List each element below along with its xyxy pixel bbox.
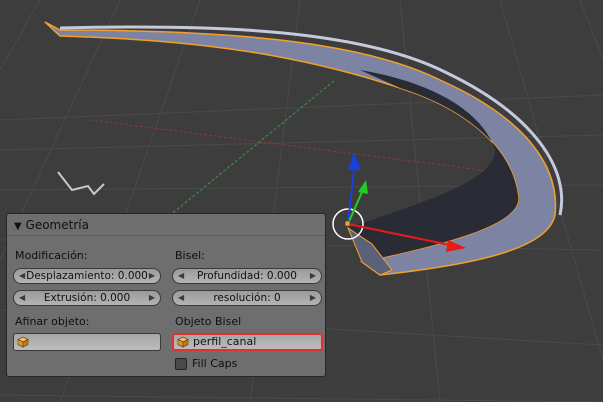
geometry-panel: ▼ Geometría Modificación: ◀ Desplazamien…: [6, 213, 326, 377]
modificacion-label: Modificación:: [15, 249, 88, 262]
profile-curve[interactable]: [57, 171, 105, 196]
3d-viewport[interactable]: ▼ Geometría Modificación: ◀ Desplazamien…: [0, 0, 603, 402]
extrusion-value: Extrusión: 0.000: [43, 292, 131, 304]
increment-arrow-icon[interactable]: ▶: [149, 291, 155, 305]
increment-arrow-icon[interactable]: ▶: [310, 291, 316, 305]
mesh-cube-icon: [17, 336, 29, 348]
fill-caps-checkbox[interactable]: [175, 358, 187, 370]
objeto-bisel-field[interactable]: perfil_canal: [172, 333, 323, 351]
extrusion-field[interactable]: ◀ Extrusión: 0.000 ▶: [13, 290, 161, 306]
afinar-objeto-label: Afinar objeto:: [15, 315, 90, 328]
decrement-arrow-icon[interactable]: ◀: [178, 291, 184, 305]
decrement-arrow-icon[interactable]: ◀: [178, 269, 184, 283]
bisel-label: Bisel:: [175, 249, 205, 262]
geometry-panel-title: Geometría: [25, 218, 89, 232]
geometry-panel-header[interactable]: ▼ Geometría: [7, 214, 325, 236]
resolucion-field[interactable]: ◀ resolución: 0 ▶: [172, 290, 322, 306]
profundidad-value: Profundidad: 0.000: [197, 270, 297, 282]
desplazamiento-value: Desplazamiento: 0.000: [26, 270, 148, 282]
objeto-bisel-value: perfil_canal: [193, 335, 257, 348]
desplazamiento-field[interactable]: ◀ Desplazamiento: 0.000 ▶: [13, 268, 161, 284]
objeto-bisel-label: Objeto Bisel: [175, 315, 242, 328]
fill-caps-label: Fill Caps: [192, 357, 238, 370]
mesh-cube-icon: [177, 336, 189, 348]
increment-arrow-icon[interactable]: ▶: [149, 269, 155, 283]
grid-x-axis-line: [89, 119, 521, 176]
profundidad-field[interactable]: ◀ Profundidad: 0.000 ▶: [172, 268, 322, 284]
object-origin-icon[interactable]: [344, 220, 351, 227]
increment-arrow-icon[interactable]: ▶: [310, 269, 316, 283]
afinar-objeto-field[interactable]: [13, 333, 161, 351]
decrement-arrow-icon[interactable]: ◀: [19, 269, 25, 283]
decrement-arrow-icon[interactable]: ◀: [19, 291, 25, 305]
disclosure-triangle-icon[interactable]: ▼: [14, 221, 22, 232]
resolucion-value: resolución: 0: [213, 292, 281, 304]
